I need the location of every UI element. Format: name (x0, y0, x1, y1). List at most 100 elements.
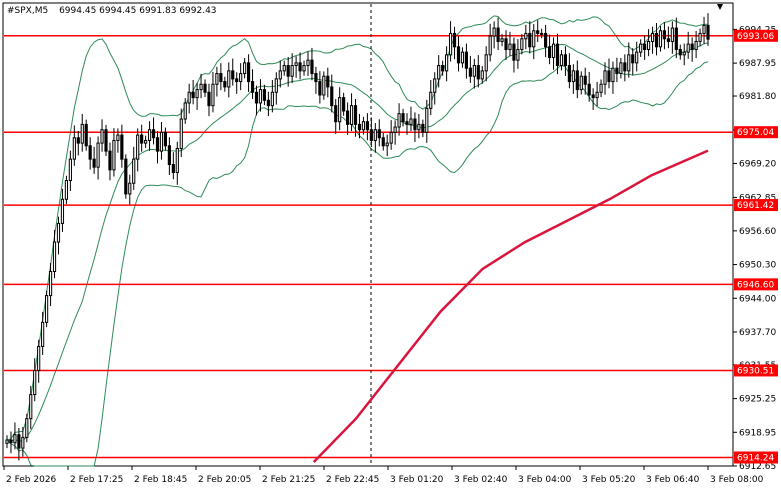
candle-bear (504, 38, 508, 50)
candle-bear (108, 150, 112, 171)
candle-bull (136, 134, 140, 160)
candle-bull (698, 32, 702, 42)
x-tick-label: 2 Feb 21:25 (262, 475, 315, 485)
candle-bear (563, 54, 568, 67)
candle-bull (195, 89, 199, 99)
candle-bull (635, 51, 639, 64)
candle-bear (587, 83, 591, 96)
candle-bull (694, 40, 698, 50)
candle-bull (175, 147, 179, 174)
candle-bull (650, 32, 655, 42)
candle-bear (318, 81, 322, 96)
candle-bear (452, 32, 457, 48)
candle-bear (266, 99, 270, 107)
candle-bear (678, 48, 682, 56)
candlesticks (5, 13, 710, 461)
candle-bull (56, 222, 61, 243)
y-tick-label: 6987.95 (739, 59, 776, 69)
y-tick-label: 6969.20 (739, 159, 776, 169)
candle-bull (437, 65, 441, 80)
candle-bull (508, 43, 512, 50)
candle-bull (290, 65, 294, 77)
candle-bear (231, 70, 235, 80)
candle-bull (658, 30, 663, 48)
candle-bear (140, 134, 144, 144)
candle-bull (551, 43, 556, 59)
candle-bear (250, 81, 255, 93)
candle-bull (472, 65, 476, 77)
candle-bear (401, 113, 405, 123)
candle-bear (512, 43, 516, 61)
candle-bull (72, 137, 76, 160)
candle-bull (282, 65, 286, 72)
candle-bull (393, 126, 397, 133)
candle-bear (369, 129, 373, 141)
candle-bear (246, 62, 251, 83)
candle-bull (702, 24, 706, 34)
symbol-header: #SPX,M5 6994.45 6994.45 6991.83 6992.43 (7, 6, 217, 16)
candle-bull (647, 40, 651, 50)
support-resistance-levels (4, 35, 733, 459)
candle-bull (132, 158, 136, 184)
candle-bull (13, 434, 17, 444)
candle-bull (639, 43, 643, 53)
candle-bull (96, 142, 100, 168)
y-tick-label: 6956.60 (739, 227, 776, 237)
y-tick-label: 6944.00 (739, 294, 776, 304)
candle-bull (306, 59, 310, 67)
candle-bull (670, 27, 674, 42)
x-tick-label: 3 Feb 08:00 (710, 475, 764, 485)
candle-bear (643, 43, 647, 50)
candle-bear (476, 65, 480, 80)
y-tick-label: 6925.25 (739, 395, 776, 405)
candle-bear (666, 38, 670, 42)
candle-bull (532, 30, 536, 48)
candle-bear (544, 32, 548, 48)
candle-bull (270, 91, 274, 107)
candle-bull (524, 32, 528, 40)
candle-bear (555, 43, 560, 67)
candle-bear (567, 65, 571, 83)
x-tick-label: 3 Feb 01:20 (390, 475, 444, 485)
x-tick-label: 2 Feb 2026 (6, 475, 57, 485)
candle-bull (80, 123, 84, 144)
candle-bull (540, 32, 544, 35)
level-label: 6975.04 (737, 128, 774, 138)
candle-bull (33, 369, 37, 396)
candle-bear (591, 94, 595, 99)
candle-bull (349, 105, 354, 125)
candle-bull (516, 48, 520, 61)
candle-bull (5, 439, 9, 444)
candle-bull (302, 65, 306, 72)
price-chart[interactable]: 6994.256987.956981.806975.456969.206962.… (0, 0, 781, 489)
candle-bear (17, 434, 21, 449)
chart-shift-marker-icon[interactable] (717, 4, 723, 10)
candle-bear (615, 67, 619, 75)
candle-bear (706, 24, 710, 40)
x-tick-label: 2 Feb 17:25 (70, 475, 123, 485)
candle-bear (607, 70, 611, 83)
candle-bull (60, 198, 65, 224)
ma-path (312, 149, 709, 463)
level-label: 6993.06 (737, 32, 774, 42)
candle-bull (21, 436, 25, 449)
candle-bear (413, 118, 417, 131)
candle-bear (662, 30, 667, 40)
candle-bull (116, 134, 120, 141)
candle-bear (254, 91, 259, 104)
candle-bear (314, 73, 318, 83)
candle-bull (484, 54, 488, 72)
candle-bull (619, 62, 623, 75)
candle-bear (310, 59, 314, 75)
candle-bull (445, 54, 449, 72)
candle-bull (389, 131, 393, 144)
candle-bull (448, 32, 453, 56)
candle-bear (575, 70, 579, 91)
candle-bear (88, 145, 92, 160)
candle-bear (583, 75, 587, 85)
moving-average-line (312, 149, 709, 463)
candle-bull (239, 73, 243, 83)
candle-bull (520, 38, 524, 50)
candle-bull (215, 73, 219, 85)
candle-bull (559, 54, 564, 67)
